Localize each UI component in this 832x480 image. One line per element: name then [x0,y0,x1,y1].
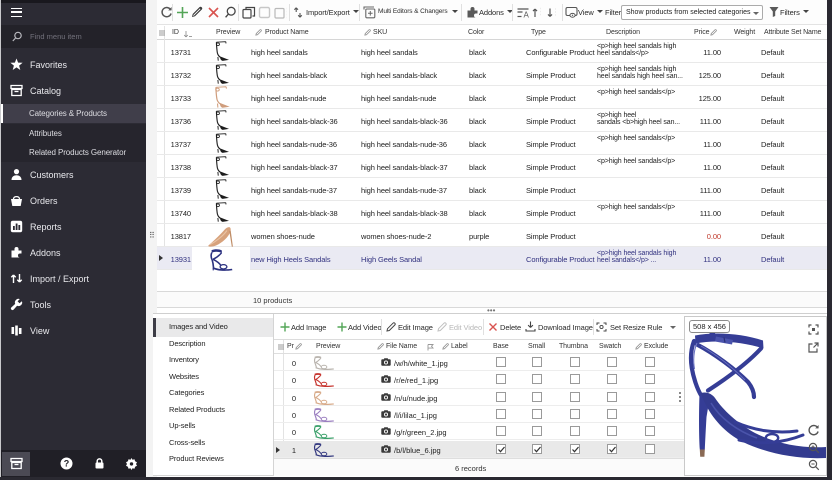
svg-text:A: A [524,11,530,20]
svg-text:?: ? [64,459,70,469]
